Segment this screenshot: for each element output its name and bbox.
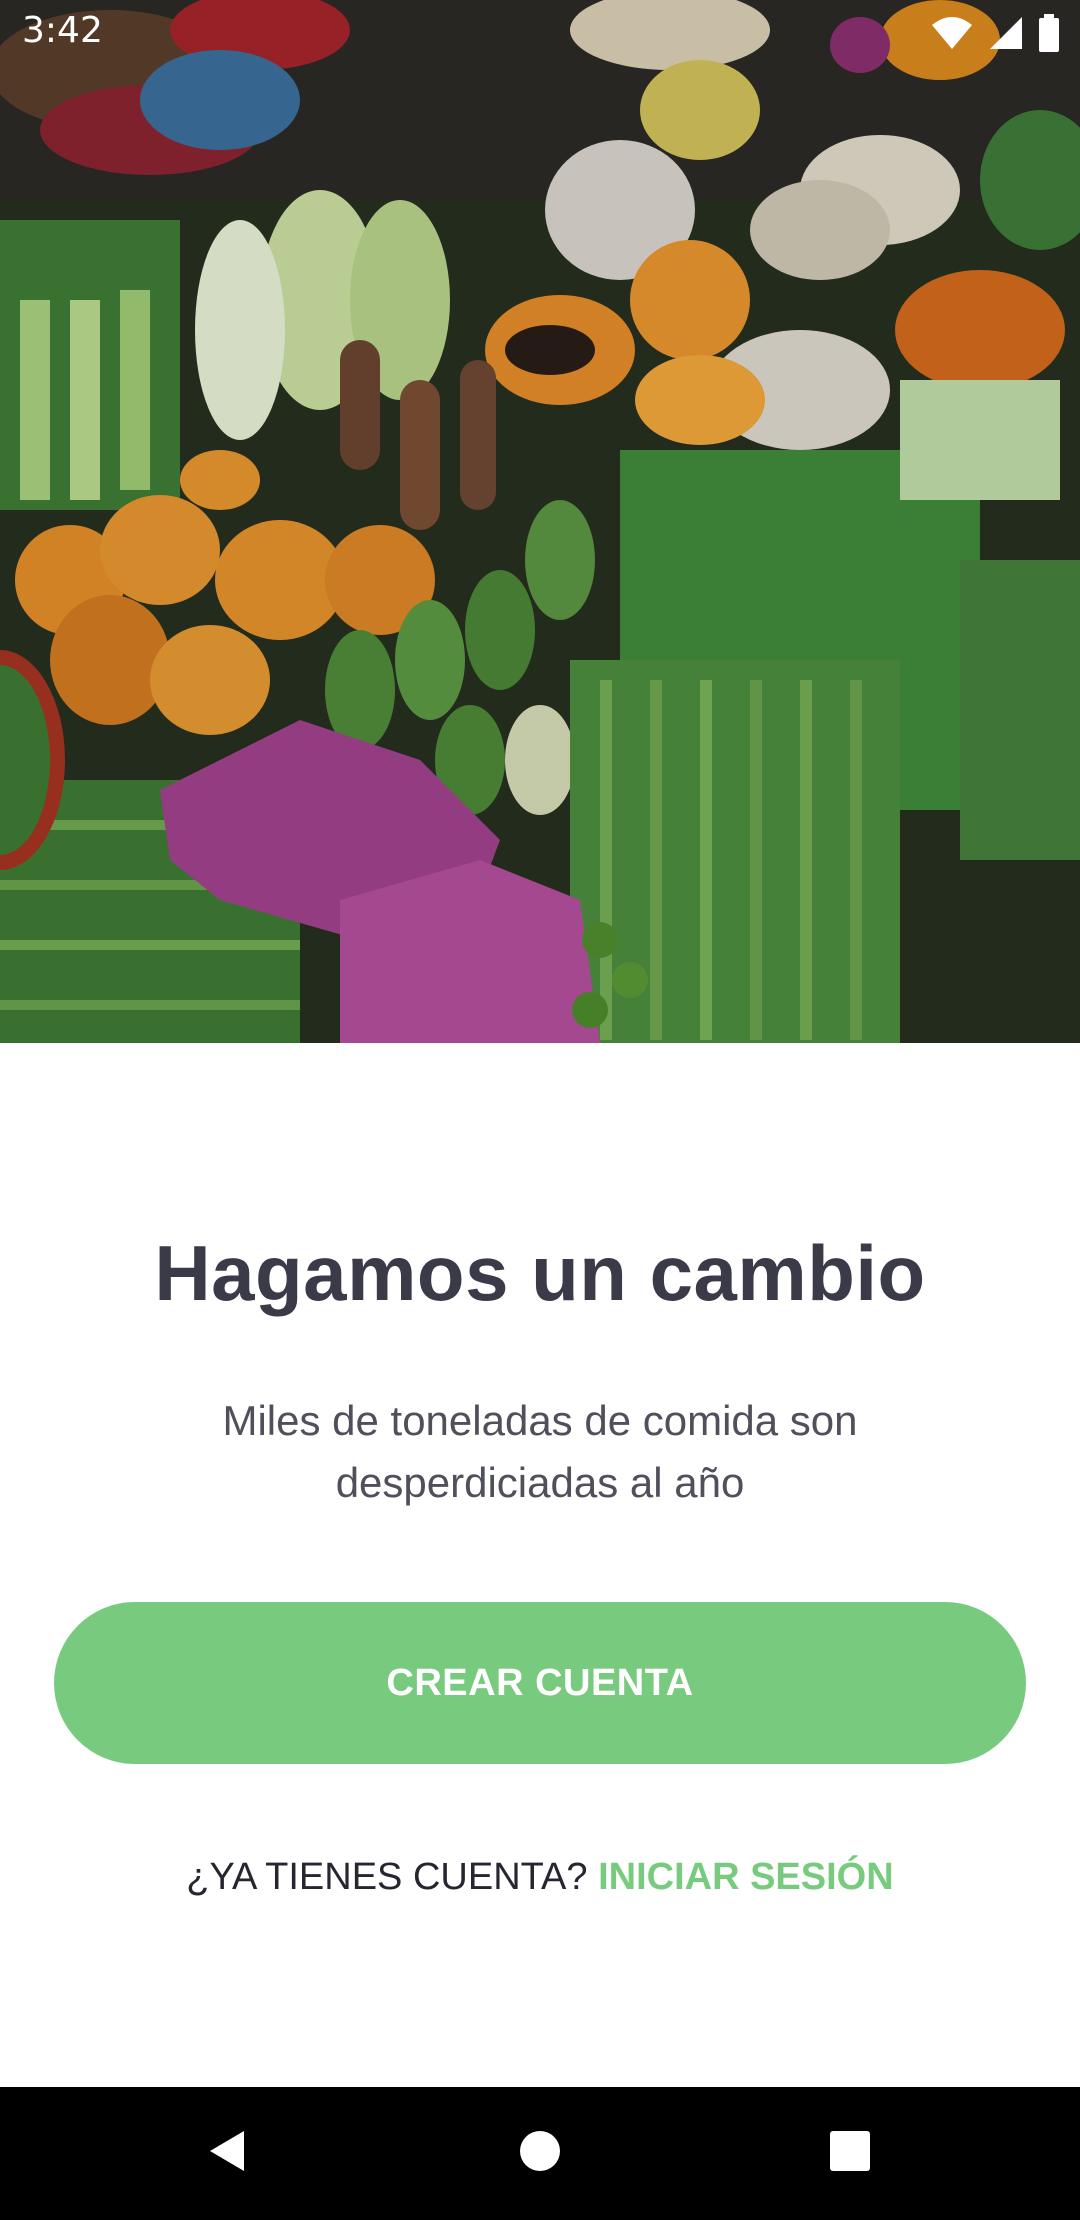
wifi-icon: [930, 15, 974, 56]
status-bar: 3:42: [0, 0, 1080, 66]
page-title: Hagamos un cambio: [154, 1229, 926, 1317]
page-subtitle: Miles de toneladas de comida son desperd…: [222, 1397, 858, 1506]
have-account-text: ¿YA TIENES CUENTA?: [186, 1856, 588, 1898]
recents-button[interactable]: [814, 2117, 886, 2189]
back-icon: [206, 2129, 246, 2178]
status-time: 3:42: [22, 10, 103, 51]
home-button[interactable]: [504, 2117, 576, 2189]
status-icons: [930, 14, 1060, 57]
login-prompt: ¿YA TIENES CUENTA? INICIAR SESIÓN: [0, 1856, 1080, 1899]
back-button[interactable]: [190, 2117, 262, 2189]
create-account-button[interactable]: CREAR CUENTA: [54, 1602, 1026, 1764]
welcome-screen: 3:42 Hagamos un cambio Miles de tonelada…: [0, 0, 1080, 2220]
battery-icon: [1038, 14, 1060, 57]
hero-vegetables-image: [0, 0, 1080, 1043]
home-icon: [519, 2130, 561, 2177]
system-nav-bar: [0, 2087, 1080, 2220]
login-link[interactable]: INICIAR SESIÓN: [598, 1856, 894, 1898]
recents-icon: [830, 2130, 870, 2176]
cell-signal-icon: [988, 15, 1024, 56]
